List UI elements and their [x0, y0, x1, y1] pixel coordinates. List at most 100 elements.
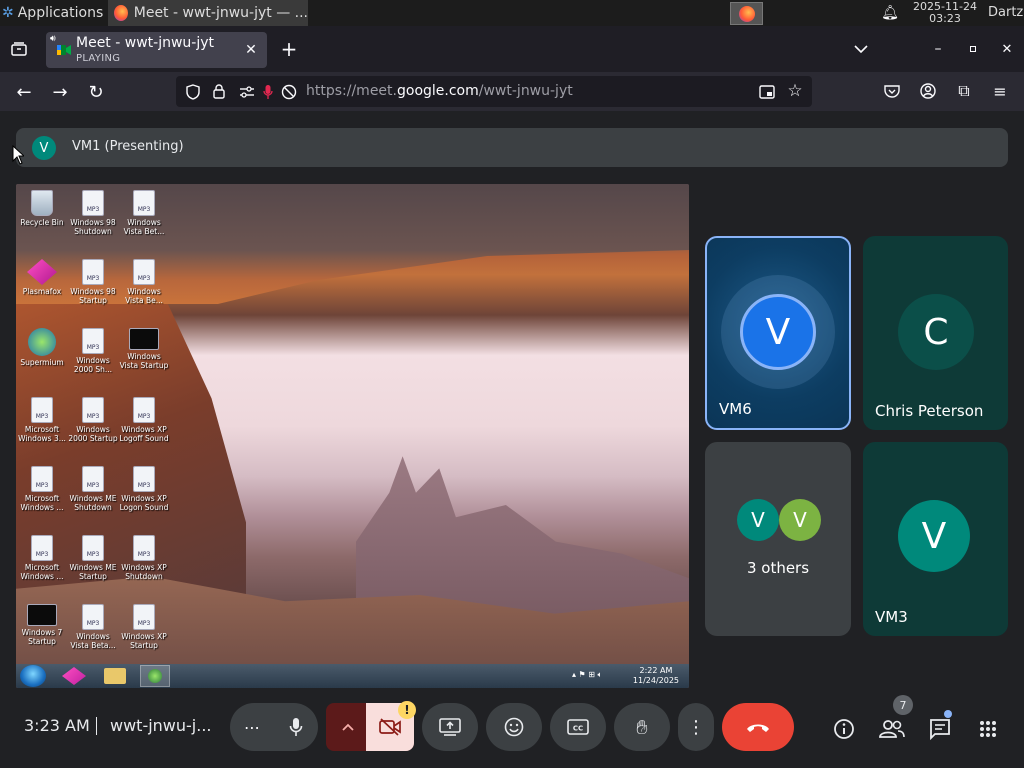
desktop-icon[interactable]: MP3 Windows Vista Bet... — [118, 186, 170, 248]
url-path: /wwt-jnwu-jyt — [478, 83, 573, 99]
desktop-icon[interactable]: MP3 Microsoft Windows ... — [16, 531, 68, 593]
emoji-icon — [504, 717, 524, 737]
desktop-icon[interactable]: Plasmafox — [16, 255, 68, 317]
list-tabs-icon[interactable] — [850, 38, 872, 60]
close-tab-icon[interactable]: ✕ — [242, 41, 260, 59]
hang-up-icon — [747, 724, 769, 732]
tile-chris-peterson[interactable]: C Chris Peterson — [863, 236, 1008, 430]
desktop-icon[interactable]: MP3 Windows ME Startup — [67, 531, 119, 593]
applications-label: Applications — [17, 5, 104, 21]
file-icon: MP3 — [133, 535, 155, 561]
shield-icon[interactable] — [184, 83, 202, 101]
file-icon: MP3 — [133, 466, 155, 492]
desktop-icon[interactable]: MP3 Windows 2000 Sh... — [67, 324, 119, 386]
video-options-chevron-icon[interactable] — [338, 715, 358, 739]
taskbar-window-button[interactable]: Meet - wwt-jnwu-jyt — ... — [108, 0, 308, 26]
shared-tray-icons: ▴ ⚑ ⊞ 🔈︎ — [572, 670, 603, 679]
shared-screen[interactable]: Recycle Bin MP3 Windows 98 Shutdown MP3 Wind… — [16, 184, 689, 688]
desktop-icon[interactable]: MP3 Windows XP Logon Sound — [118, 462, 170, 524]
desktop-icon[interactable]: MP3 Windows XP Shutdown — [118, 531, 170, 593]
meeting-code[interactable]: wwt-jnwu-j... — [110, 716, 212, 735]
close-window-icon[interactable]: ✕ — [997, 38, 1017, 60]
microphone-icon — [289, 718, 303, 736]
file-icon: MP3 — [82, 535, 104, 561]
desktop-icon-label: Microsoft Windows ... — [20, 563, 64, 581]
file-icon — [31, 190, 53, 216]
account-icon[interactable] — [918, 81, 938, 101]
desktop-icon[interactable]: Windows 7 Startup — [16, 600, 68, 662]
bookmark-star-icon[interactable]: ☆ — [786, 81, 804, 101]
desktop-icon-label: Windows XP Logon Sound — [119, 494, 169, 512]
meeting-details-icon[interactable] — [830, 715, 858, 743]
activities-icon[interactable] — [974, 715, 1002, 743]
file-icon: MP3 — [133, 190, 155, 216]
desktop-icon-label: Windows 2000 Sh... — [73, 356, 113, 374]
minimize-icon[interactable]: – — [928, 38, 948, 60]
extensions-icon[interactable]: ⧉ — [954, 81, 974, 101]
chat-icon[interactable] — [926, 715, 954, 743]
url-bar[interactable]: https://meet.google.com/wwt-jnwu-jyt ☆ — [176, 76, 812, 107]
start-orb-icon[interactable] — [20, 665, 46, 687]
leave-call-button[interactable] — [722, 703, 794, 751]
clock[interactable]: 2025-11-24 03:23 — [908, 0, 982, 25]
desktop-icon[interactable]: MP3 Windows XP Startup — [118, 600, 170, 662]
firefox-view-icon[interactable] — [8, 38, 30, 60]
url-text[interactable]: https://meet.google.com/wwt-jnwu-jyt — [306, 83, 573, 99]
forward-icon[interactable]: → — [48, 80, 72, 104]
captions-button[interactable]: CC — [550, 703, 606, 751]
applications-menu[interactable]: ✲ Applications ☰ — [0, 0, 120, 26]
file-icon — [27, 604, 57, 626]
desktop-icon[interactable]: MP3 Windows Vista Beta... — [67, 600, 119, 662]
speaker-icon[interactable]: 🔊︎ — [50, 34, 56, 44]
menu-icon[interactable]: ≡ — [990, 81, 1010, 101]
file-icon: MP3 — [82, 259, 104, 285]
raise-hand-button[interactable]: ✋︎ — [614, 703, 670, 751]
back-icon[interactable]: ← — [12, 80, 36, 104]
user-name[interactable]: Dartz — [988, 0, 1023, 26]
maximize-icon[interactable] — [963, 38, 983, 60]
desktop-icon[interactable]: Recycle Bin — [16, 186, 68, 248]
desktop-icon-label: Windows 98 Shutdown — [70, 218, 116, 236]
picture-in-picture-icon[interactable] — [758, 83, 776, 101]
desktop-icon[interactable]: MP3 Microsoft Windows 3... — [16, 393, 68, 455]
explorer-task-icon[interactable] — [104, 668, 126, 684]
audio-options-icon[interactable]: ⋯ — [240, 715, 264, 739]
desktop-icon[interactable]: MP3 Windows 98 Startup — [67, 255, 119, 317]
desktop-icon[interactable]: MP3 Windows ME Shutdown — [67, 462, 119, 524]
pocket-icon[interactable] — [882, 81, 902, 101]
reload-icon[interactable]: ↻ — [84, 80, 108, 104]
desktop-icon-label: Windows XP Shutdown — [121, 563, 167, 581]
file-icon: MP3 — [133, 397, 155, 423]
supermium-task-icon[interactable] — [140, 665, 170, 687]
desktop-icon[interactable]: Supermium — [16, 324, 68, 386]
more-options-icon[interactable]: ⋮ — [678, 703, 714, 751]
people-icon[interactable] — [877, 715, 907, 743]
others-avatar-1: V — [737, 499, 779, 541]
desktop-icon[interactable]: MP3 Windows XP Logoff Sound — [118, 393, 170, 455]
autoplay-blocked-icon[interactable] — [280, 83, 298, 101]
presenter-banner: V VM1 (Presenting) — [16, 128, 1008, 167]
tile-3-others[interactable]: V V 3 others — [705, 442, 851, 636]
reactions-button[interactable] — [486, 703, 542, 751]
desktop-icon[interactable]: MP3 Windows Vista Be... — [118, 255, 170, 317]
shared-taskbar-clock: 2:22 AM 11/24/2025 — [633, 666, 679, 686]
present-screen-button[interactable] — [422, 703, 478, 751]
lock-icon[interactable] — [210, 82, 228, 100]
tile-vm6[interactable]: V VM6 — [705, 236, 851, 430]
permissions-icon[interactable] — [238, 83, 256, 101]
desktop-icon[interactable]: MP3 Windows 2000 Startup — [67, 393, 119, 455]
desktop-icon[interactable]: MP3 Windows 98 Shutdown — [67, 186, 119, 248]
new-tab-icon[interactable]: + — [278, 37, 300, 61]
tray-firefox-icon[interactable] — [730, 2, 763, 25]
desktop-icon-label: Supermium — [20, 358, 64, 367]
desktop-icon[interactable]: MP3 Microsoft Windows ... — [16, 462, 68, 524]
desktop-icon-label: Windows Vista Bet... — [123, 218, 165, 236]
notification-bell-icon[interactable]: 🔔︎ — [880, 3, 900, 23]
desktop-icon[interactable]: Windows Vista Startup — [118, 324, 170, 386]
microphone-button[interactable] — [274, 703, 318, 751]
microphone-active-icon[interactable] — [260, 83, 276, 101]
plasmafox-task-icon[interactable] — [62, 667, 86, 685]
desktop-icon-label: Windows 98 Startup — [70, 287, 116, 305]
tile-vm3[interactable]: V VM3 — [863, 442, 1008, 636]
tab-meet[interactable]: 🔊︎ Meet - wwt-jnwu-jyt PLAYING ✕ — [46, 32, 267, 68]
